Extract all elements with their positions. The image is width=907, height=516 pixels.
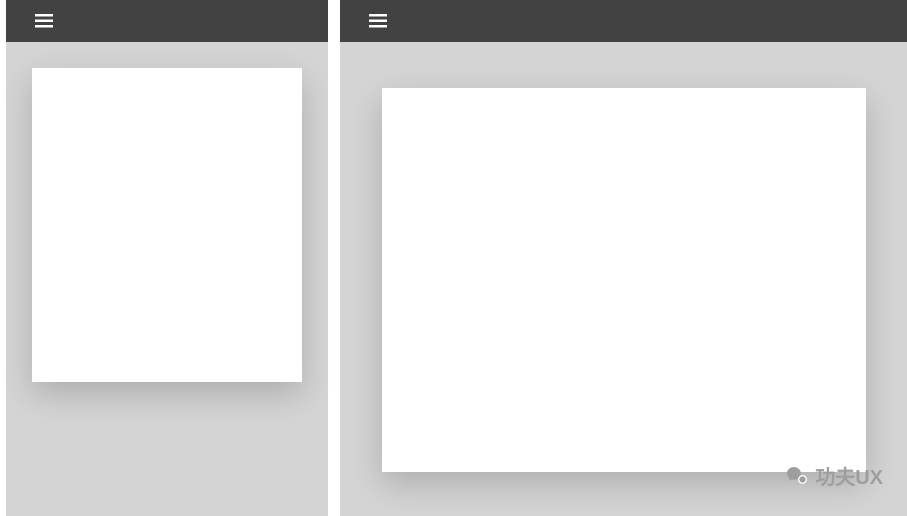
stage: 功夫UX <box>0 0 907 516</box>
menu-icon <box>35 14 53 28</box>
panel-left <box>6 0 328 516</box>
content-card-right <box>382 88 866 472</box>
panel-body-left <box>6 42 328 516</box>
panel-right <box>340 0 907 516</box>
menu-button-left[interactable] <box>34 11 54 31</box>
menu-icon <box>369 14 387 28</box>
header-bar-right <box>340 0 907 42</box>
menu-button-right[interactable] <box>368 11 388 31</box>
header-bar-left <box>6 0 328 42</box>
panel-body-right <box>340 42 907 516</box>
content-card-left <box>32 68 302 382</box>
